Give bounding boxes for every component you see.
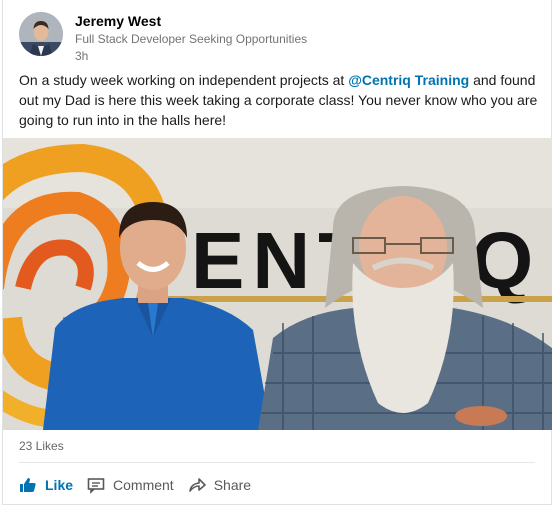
share-arrow-icon (188, 476, 206, 494)
comment-button[interactable]: Comment (87, 476, 174, 494)
post-timestamp: 3h (75, 49, 89, 63)
share-label: Share (213, 477, 252, 493)
post-text-before: On a study week working on independent p… (19, 72, 349, 88)
like-button[interactable]: Like (19, 476, 73, 494)
post-photo[interactable]: ENTRIQ (3, 138, 552, 430)
thumbs-up-icon (19, 476, 37, 494)
author-name[interactable]: Jeremy West (75, 12, 307, 30)
share-button[interactable]: Share (188, 476, 251, 494)
like-label: Like (45, 477, 74, 493)
post-header: Jeremy West Full Stack Developer Seeking… (19, 12, 539, 64)
actions-divider (19, 462, 535, 463)
author-avatar[interactable] (19, 12, 63, 56)
author-info: Jeremy West Full Stack Developer Seeking… (75, 12, 307, 64)
comment-icon (87, 476, 105, 494)
feed-post-card: Jeremy West Full Stack Developer Seeking… (2, 0, 552, 505)
likes-count[interactable]: 23 Likes (19, 439, 64, 453)
company-mention-link[interactable]: @Centriq Training (348, 72, 469, 88)
comment-label: Comment (113, 477, 174, 493)
post-text: On a study week working on independent p… (19, 70, 539, 130)
author-headline: Full Stack Developer Seeking Opportuniti… (75, 32, 308, 46)
post-actions-bar: Like Comment Share (19, 470, 265, 500)
